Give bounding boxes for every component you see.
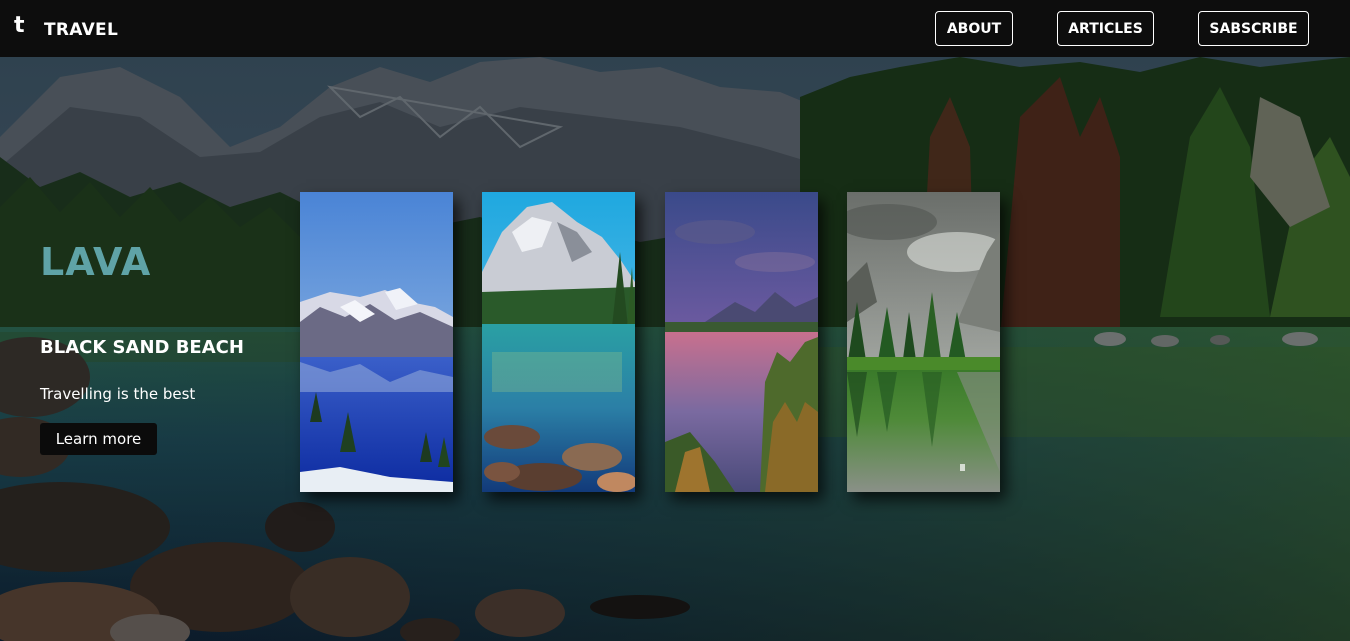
destination-card-2[interactable]	[482, 192, 635, 492]
mountain-turquoise-lake-image	[482, 192, 635, 492]
destination-card-1[interactable]	[300, 192, 453, 492]
learn-more-button[interactable]: Learn more	[40, 423, 157, 455]
logo-icon[interactable]: t	[14, 14, 25, 38]
nav-subscribe-button[interactable]: SABSCRIBE	[1198, 11, 1309, 46]
top-navbar: t TRAVEL ABOUT ARTICLES SABSCRIBE	[0, 0, 1350, 57]
snowy-mountain-lake-image	[300, 192, 453, 492]
nav-articles-button[interactable]: ARTICLES	[1057, 11, 1154, 46]
hero-tagline: Travelling is the best	[40, 385, 196, 403]
hero-title: LAVA	[40, 240, 152, 284]
destination-card-3[interactable]	[665, 192, 818, 492]
destination-card-4[interactable]	[847, 192, 1000, 492]
hero-subtitle: BLACK SAND BEACH	[40, 337, 244, 358]
sunset-lake-image	[665, 192, 818, 492]
misty-valley-reflection-image	[847, 192, 1000, 492]
nav-about-button[interactable]: ABOUT	[935, 11, 1013, 46]
brand-name[interactable]: TRAVEL	[44, 20, 118, 40]
